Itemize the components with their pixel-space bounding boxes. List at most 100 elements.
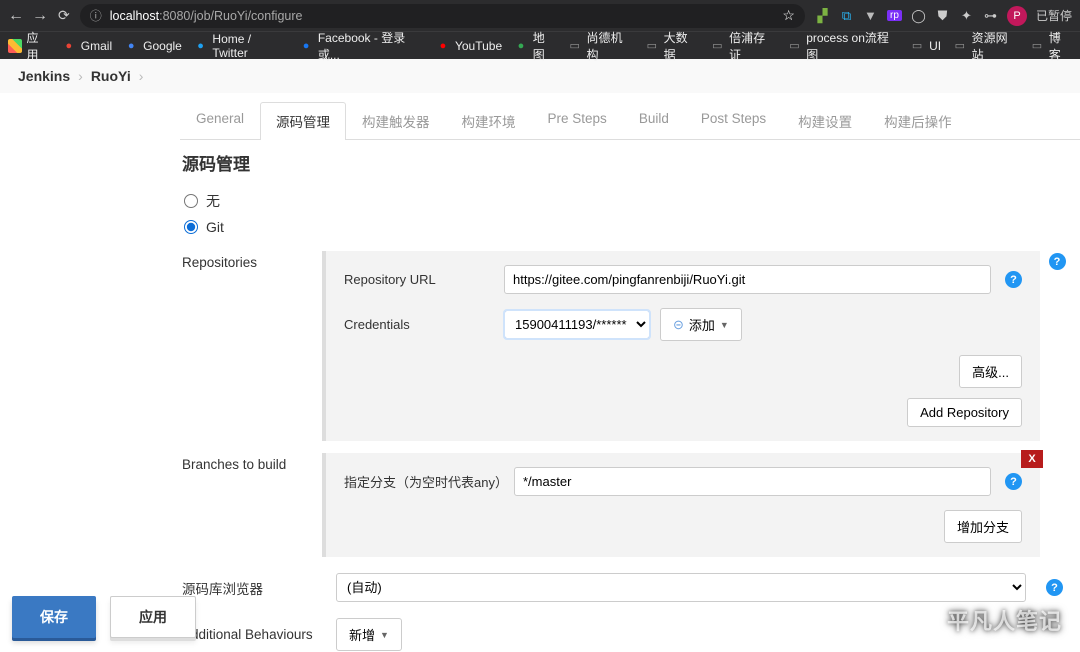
- scm-none-radio[interactable]: 无: [182, 187, 1068, 215]
- add-credentials-button[interactable]: 添加▼: [660, 308, 742, 341]
- bookmark-item[interactable]: ▭资源网站: [953, 29, 1018, 63]
- tab-构建环境[interactable]: 构建环境: [446, 102, 532, 140]
- tab-pre-steps[interactable]: Pre Steps: [532, 102, 623, 140]
- repo-browser-label: 源码库浏览器: [182, 578, 322, 598]
- reload-button[interactable]: ⟳: [58, 7, 70, 24]
- tab-构建触发器[interactable]: 构建触发器: [346, 102, 446, 140]
- tab-构建后操作[interactable]: 构建后操作: [868, 102, 968, 140]
- crumb-jenkins[interactable]: Jenkins: [18, 68, 70, 84]
- ext-icon-1[interactable]: ▞: [815, 8, 830, 24]
- bookmark-icon: ▭: [645, 39, 659, 53]
- address-bar[interactable]: ⓘ localhost:8080/job/RuoYi/configure ☆: [80, 4, 805, 28]
- bookmark-item[interactable]: ▭process on流程图: [788, 29, 898, 63]
- branch-spec-input[interactable]: [514, 467, 991, 496]
- site-info-icon[interactable]: ⓘ: [90, 7, 102, 24]
- ext-icon-5[interactable]: ◯: [911, 8, 926, 24]
- bookmark-label: 尚德机构: [587, 29, 634, 63]
- url-host: localhost: [110, 9, 159, 23]
- help-icon[interactable]: ?: [1046, 579, 1063, 596]
- bookmark-item[interactable]: ● 地图: [514, 29, 556, 63]
- tab-源码管理[interactable]: 源码管理: [260, 102, 346, 140]
- ext-icon-2[interactable]: ⧉: [839, 8, 854, 24]
- repositories-label: Repositories: [182, 251, 322, 270]
- bookmark-item[interactable]: ● Gmail: [62, 39, 112, 53]
- bookmark-item[interactable]: ▭ 博客: [1030, 29, 1072, 63]
- credentials-select[interactable]: 15900411193/******: [504, 310, 650, 339]
- crumb-sep: ›: [139, 68, 144, 84]
- bookmark-label: 应用: [27, 29, 50, 63]
- advanced-button[interactable]: 高级...: [959, 355, 1022, 388]
- bookmark-label: Facebook - 登录或...: [318, 29, 424, 63]
- branch-spec-label: 指定分支（为空时代表any）: [344, 472, 504, 491]
- add-branch-button[interactable]: 增加分支: [944, 510, 1022, 543]
- bookmark-label: 博客: [1049, 29, 1072, 63]
- bookmark-star-icon[interactable]: ☆: [782, 7, 795, 24]
- tab-build[interactable]: Build: [623, 102, 685, 140]
- bookmark-item[interactable]: ● Google: [124, 39, 182, 53]
- bookmark-icon: ●: [124, 39, 138, 53]
- bookmark-label: 倍浦存证: [729, 29, 776, 63]
- ext-icon-puzzle[interactable]: ✦: [959, 8, 974, 24]
- bookmark-item[interactable]: 应用: [8, 29, 50, 63]
- save-button[interactable]: 保存: [12, 596, 96, 638]
- bookmark-icon: ▭: [1030, 39, 1044, 53]
- bookmark-label: YouTube: [455, 39, 502, 53]
- tab-post-steps[interactable]: Post Steps: [685, 102, 782, 140]
- bookmark-icon: ●: [62, 39, 76, 53]
- tab-构建设置[interactable]: 构建设置: [782, 102, 868, 140]
- bookmark-label: 大数据: [664, 29, 699, 63]
- delete-branch-button[interactable]: X: [1021, 450, 1043, 468]
- bookmark-item[interactable]: ▭ 尚德机构: [568, 29, 633, 63]
- pause-label: 已暂停: [1036, 7, 1072, 24]
- help-icon[interactable]: ?: [1005, 271, 1022, 288]
- bookmark-item[interactable]: ● Facebook - 登录或...: [299, 29, 424, 63]
- crumb-job[interactable]: RuoYi: [91, 68, 131, 84]
- bookmark-icon: ●: [436, 39, 450, 53]
- add-behaviour-button[interactable]: 新增▼: [336, 618, 402, 651]
- bookmark-item[interactable]: ▭ 大数据: [645, 29, 698, 63]
- forward-button[interactable]: →: [32, 8, 48, 24]
- ext-icon-6[interactable]: ⛊: [935, 8, 950, 24]
- bookmark-label: UI: [929, 39, 941, 53]
- help-icon[interactable]: ?: [1005, 473, 1022, 490]
- repo-url-label: Repository URL: [344, 272, 494, 287]
- additional-behaviours-label: Additional Behaviours: [182, 627, 322, 642]
- repo-url-input[interactable]: [504, 265, 991, 294]
- section-title-scm: 源码管理: [170, 148, 1080, 187]
- bookmark-icon: ●: [299, 39, 313, 53]
- url-port: :8080: [159, 9, 190, 23]
- add-repository-button[interactable]: Add Repository: [907, 398, 1022, 427]
- bookmark-icon: ●: [514, 39, 528, 53]
- bookmark-label: Google: [143, 39, 182, 53]
- bookmark-item[interactable]: ● YouTube: [436, 39, 502, 53]
- radio-none[interactable]: [184, 194, 198, 208]
- tab-general[interactable]: General: [180, 102, 260, 140]
- bookmark-icon: ▭: [568, 39, 582, 53]
- caret-down-icon: ▼: [380, 630, 389, 640]
- bookmark-icon: ▭: [711, 39, 725, 53]
- bookmark-icon: [8, 39, 22, 53]
- help-icon[interactable]: ?: [1049, 253, 1066, 270]
- credentials-label: Credentials: [344, 317, 494, 332]
- bookmark-label: 地图: [533, 29, 556, 63]
- back-button[interactable]: ←: [8, 8, 24, 24]
- scm-git-radio[interactable]: Git: [182, 215, 1068, 239]
- bookmark-icon: ▭: [910, 39, 924, 53]
- repo-browser-select[interactable]: (自动): [336, 573, 1026, 602]
- bookmark-label: process on流程图: [806, 29, 898, 63]
- caret-down-icon: ▼: [720, 320, 729, 330]
- bookmark-label: Gmail: [81, 39, 112, 53]
- bookmark-item[interactable]: ▭ UI: [910, 39, 941, 53]
- profile-avatar[interactable]: P: [1007, 6, 1027, 26]
- bookmark-label: 资源网站: [972, 29, 1019, 63]
- branches-label: Branches to build: [182, 453, 322, 472]
- bookmark-icon: ●: [194, 39, 208, 53]
- bookmark-item[interactable]: ● Home / Twitter: [194, 32, 287, 60]
- radio-git[interactable]: [184, 220, 198, 234]
- ext-icon-3[interactable]: ▼: [863, 8, 878, 23]
- bookmark-item[interactable]: ▭ 倍浦存证: [711, 29, 776, 63]
- bookmark-label: Home / Twitter: [212, 32, 287, 60]
- ext-icon-4[interactable]: rp: [887, 10, 902, 21]
- apply-button[interactable]: 应用: [110, 596, 196, 638]
- key-icon[interactable]: ⊶: [983, 8, 998, 24]
